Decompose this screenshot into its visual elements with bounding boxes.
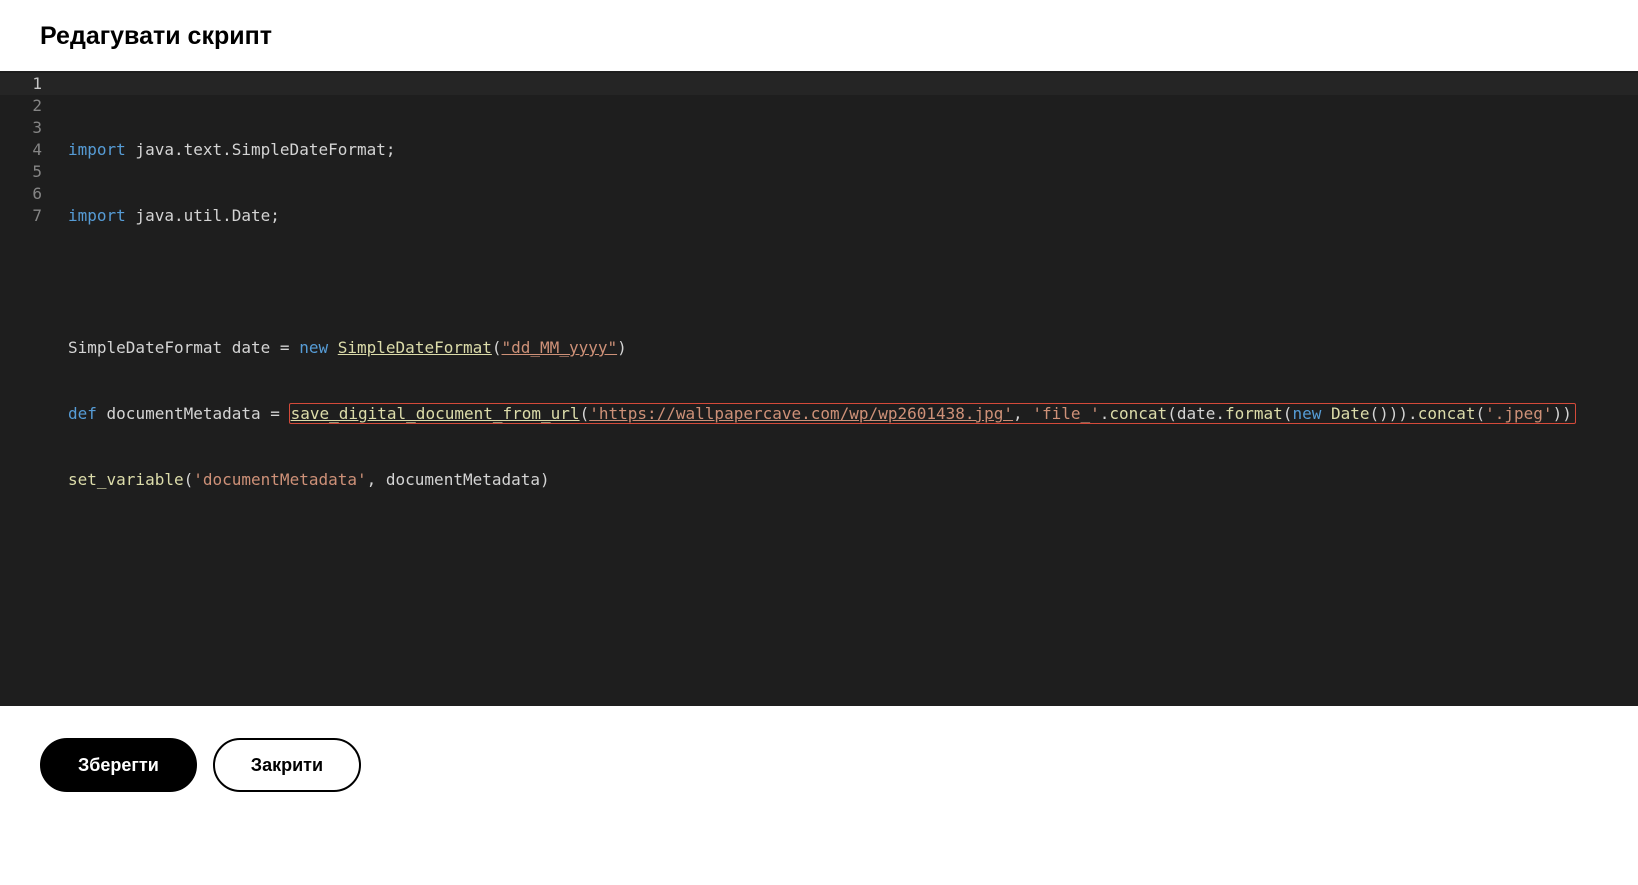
- paren: (: [1475, 404, 1485, 423]
- string-literal: "dd_MM_yyyy": [502, 338, 618, 357]
- highlighted-annotation-box: save_digital_document_from_url('https://…: [289, 403, 1576, 424]
- line-number: 1: [0, 73, 42, 95]
- line-number: 5: [0, 161, 42, 183]
- code-text: [328, 338, 338, 357]
- string-literal: 'https://wallpapercave.com/wp/wp2601438.…: [589, 404, 1013, 423]
- code-text: documentMetadata: [97, 404, 270, 423]
- function-call: SimpleDateFormat: [338, 338, 492, 357]
- code-text: , documentMetadata: [367, 470, 540, 489]
- function-call: format: [1225, 404, 1283, 423]
- code-line: [68, 535, 1638, 557]
- string-literal: 'documentMetadata': [193, 470, 366, 489]
- line-number: 7: [0, 205, 42, 227]
- paren: (: [184, 470, 194, 489]
- function-call: save_digital_document_from_url: [291, 404, 580, 423]
- operator: =: [270, 404, 280, 423]
- close-button[interactable]: Закрити: [213, 738, 361, 792]
- code-content[interactable]: import java.text.SimpleDateFormat; impor…: [60, 71, 1638, 706]
- code-line: set_variable('documentMetadata', documen…: [68, 469, 1638, 491]
- keyword-new: new: [299, 338, 328, 357]
- function-call: concat: [1109, 404, 1167, 423]
- function-call: Date: [1331, 404, 1370, 423]
- paren: (: [492, 338, 502, 357]
- code-line: [68, 271, 1638, 293]
- string-literal: 'file_': [1032, 404, 1099, 423]
- code-text: ,: [1013, 404, 1032, 423]
- code-text: [1321, 404, 1331, 423]
- code-editor[interactable]: 1 2 3 4 5 6 7 import java.text.SimpleDat…: [0, 71, 1638, 706]
- line-number: 6: [0, 183, 42, 205]
- keyword-def: def: [68, 404, 97, 423]
- dialog-footer: Зберегти Закрити: [0, 706, 1638, 824]
- code-line: def documentMetadata = save_digital_docu…: [68, 403, 1638, 425]
- function-call: set_variable: [68, 470, 184, 489]
- line-number: 2: [0, 95, 42, 117]
- keyword-new: new: [1292, 404, 1321, 423]
- code-text: java.util.Date;: [126, 206, 280, 225]
- paren: (: [580, 404, 590, 423]
- code-line: import java.util.Date;: [68, 205, 1638, 227]
- function-call: concat: [1418, 404, 1476, 423]
- line-number: 4: [0, 139, 42, 161]
- line-number-gutter: 1 2 3 4 5 6 7: [0, 71, 60, 706]
- paren: (: [1283, 404, 1293, 423]
- current-line-highlight: [0, 73, 1638, 95]
- code-text: [290, 338, 300, 357]
- keyword-import: import: [68, 206, 126, 225]
- paren: (: [1167, 404, 1177, 423]
- code-text: java.text.SimpleDateFormat;: [126, 140, 396, 159]
- paren: ): [540, 470, 550, 489]
- paren: )): [1553, 404, 1572, 423]
- code-text: .: [1408, 404, 1418, 423]
- line-number: 3: [0, 117, 42, 139]
- code-text: SimpleDateFormat date: [68, 338, 280, 357]
- dialog-header: Редагувати скрипт: [0, 0, 1638, 71]
- paren: ): [617, 338, 627, 357]
- string-literal: '.jpeg': [1485, 404, 1552, 423]
- dialog-title: Редагувати скрипт: [40, 22, 1598, 51]
- keyword-import: import: [68, 140, 126, 159]
- code-text: .: [1100, 404, 1110, 423]
- code-text: date.: [1177, 404, 1225, 423]
- operator: =: [280, 338, 290, 357]
- code-line: import java.text.SimpleDateFormat;: [68, 139, 1638, 161]
- paren: ())): [1370, 404, 1409, 423]
- code-line: SimpleDateFormat date = new SimpleDateFo…: [68, 337, 1638, 359]
- save-button[interactable]: Зберегти: [40, 738, 197, 792]
